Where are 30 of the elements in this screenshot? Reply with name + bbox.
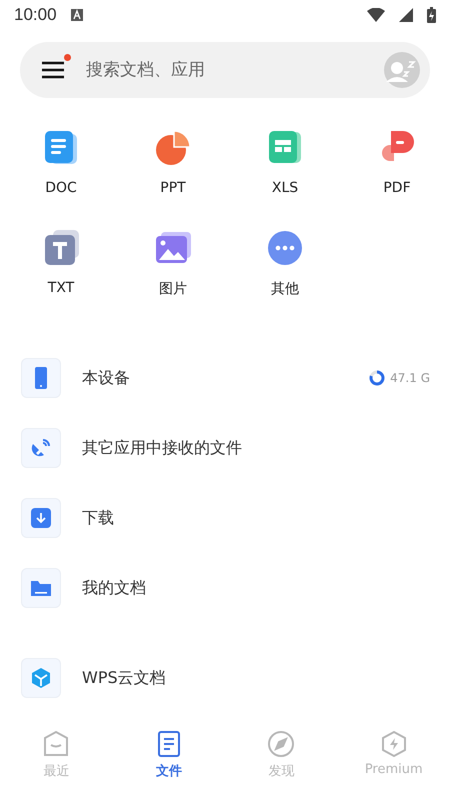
signal-icon bbox=[399, 8, 413, 22]
file-type-button[interactable]: 其他 bbox=[229, 228, 341, 298]
satellite-dish-icon bbox=[30, 437, 52, 459]
file-type-button[interactable]: PDF bbox=[341, 128, 450, 196]
file-type-button[interactable]: PPT bbox=[117, 128, 229, 196]
cube-icon bbox=[30, 667, 52, 689]
location-item[interactable]: 我的文档 bbox=[0, 553, 450, 623]
location-item[interactable]: WPS云文档 bbox=[0, 643, 450, 713]
download-icon bbox=[30, 507, 52, 529]
location-item[interactable]: 其它应用中接收的文件 bbox=[0, 413, 450, 483]
nav-tab[interactable]: 文件 bbox=[112, 722, 225, 780]
status-time: 10:00 bbox=[14, 5, 57, 25]
notification-icon bbox=[70, 9, 83, 21]
more-icon bbox=[265, 228, 305, 268]
house-icon bbox=[42, 730, 70, 758]
search-bar[interactable]: 搜索文档、应用 bbox=[20, 42, 430, 98]
file-type-button[interactable]: DOC bbox=[5, 128, 117, 196]
storage-reading: 47.1 G bbox=[390, 371, 430, 385]
file-type-button[interactable]: 图片 bbox=[117, 228, 229, 298]
lightning-hexagon-icon bbox=[380, 730, 408, 758]
menu-button[interactable] bbox=[42, 54, 71, 79]
wifi-icon bbox=[367, 8, 385, 22]
battery-icon bbox=[427, 7, 436, 23]
search-field[interactable]: 搜索文档、应用 bbox=[84, 59, 364, 81]
file-type-button[interactable]: XLS bbox=[229, 128, 341, 196]
compass-icon bbox=[267, 730, 296, 758]
location-item[interactable]: 本设备 47.1 G bbox=[0, 343, 450, 413]
menu-icon bbox=[42, 61, 64, 79]
location-item[interactable]: 下载 bbox=[0, 483, 450, 553]
file-type-button[interactable]: TXT bbox=[5, 228, 117, 298]
